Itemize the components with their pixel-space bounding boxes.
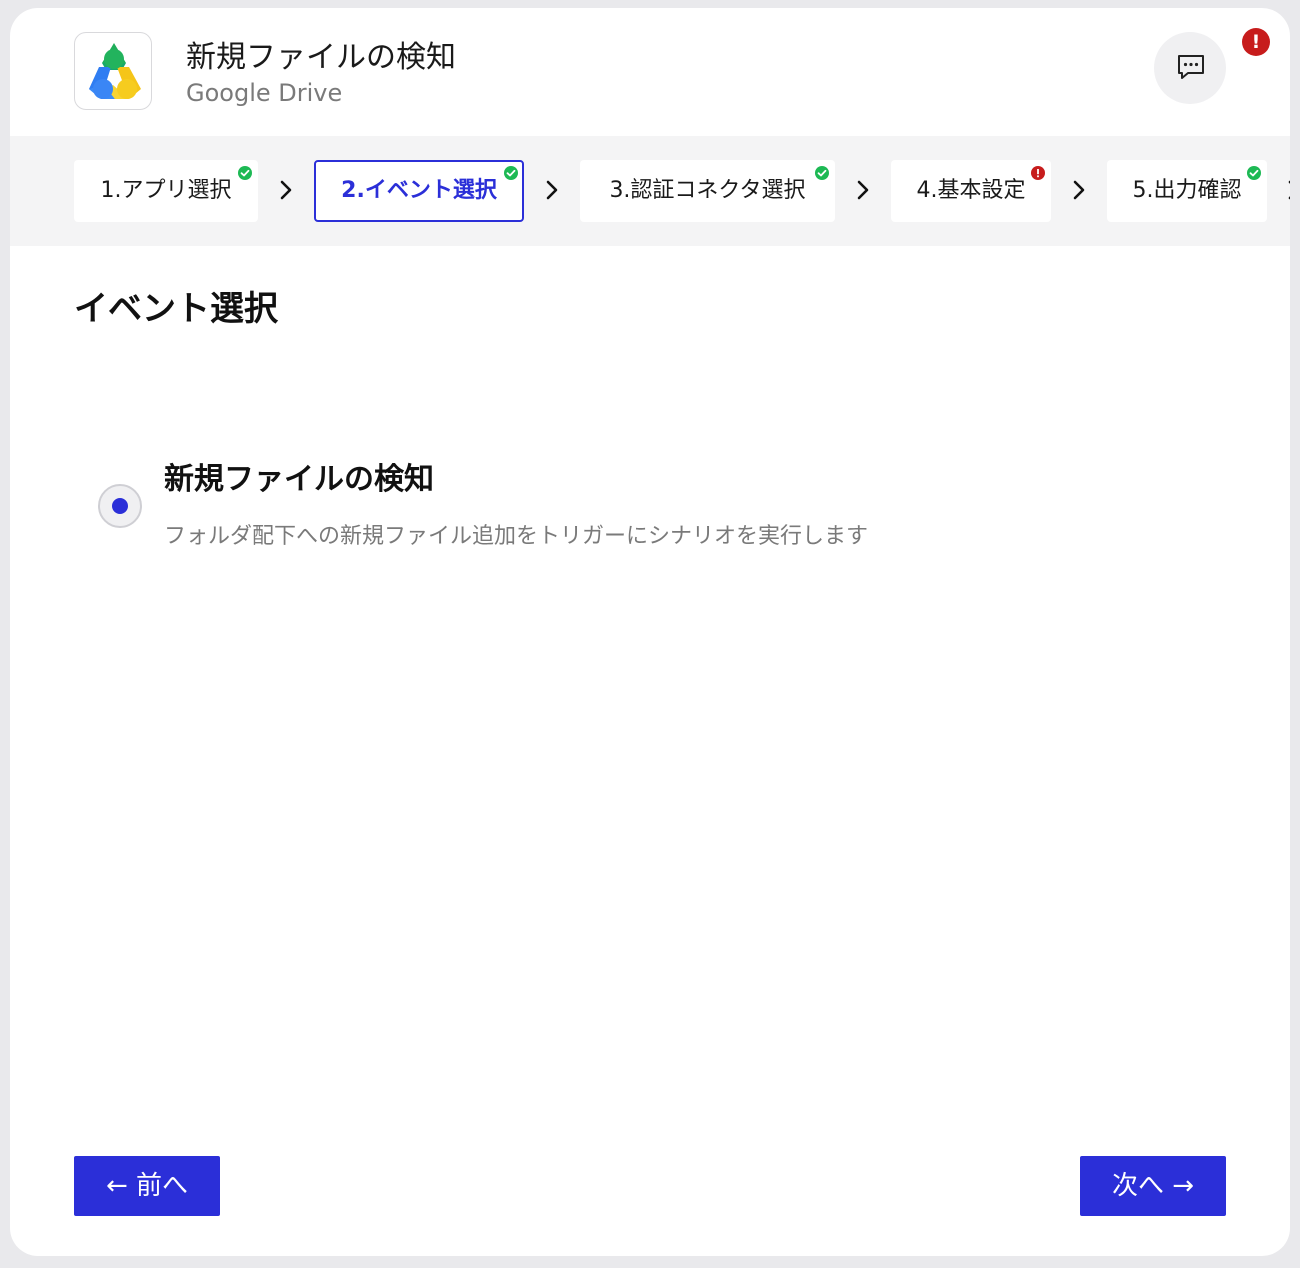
event-select-modal: 新規ファイルの検知 Google Drive ! 1.アプリ選択 2.イベント選… [10,8,1290,1256]
step-label: 5.出力確認 [1132,178,1242,203]
prev-button[interactable]: ← 前へ [74,1156,220,1216]
step-label: 3.認証コネクタ選択 [609,178,806,203]
event-option-new-file[interactable]: 新規ファイルの検知 フォルダ配下への新規ファイル追加をトリガーにシナリオを実行し… [96,460,996,570]
step-navigation: 1.アプリ選択 2.イベント選択 3.認証コネクタ選択 4.基本設定 5.出力確… [10,136,1290,246]
modal-header: 新規ファイルの検知 Google Drive ! [10,8,1290,136]
google-drive-icon [74,32,152,110]
option-description: フォルダ配下への新規ファイル追加をトリガーにシナリオを実行します [164,524,869,549]
chat-bubble-icon [1178,55,1204,79]
check-icon [815,166,829,180]
step-event-select[interactable]: 2.イベント選択 [314,160,524,222]
check-icon [238,166,252,180]
alert-badge: ! [1242,28,1270,56]
next-button[interactable]: 次へ → [1080,1156,1226,1216]
step-app-select[interactable]: 1.アプリ選択 [74,160,258,222]
chevron-right-icon [546,180,558,200]
radio-selected-dot [112,498,128,514]
chevron-right-icon [280,180,292,200]
check-icon [1247,166,1261,180]
page-title: 新規ファイルの検知 [186,40,456,75]
step-label: 2.イベント選択 [341,178,497,203]
section-title: イベント選択 [74,289,278,329]
error-icon [1031,166,1045,180]
option-title: 新規ファイルの検知 [164,462,434,497]
check-icon [504,166,518,180]
chevron-right-icon [1288,180,1290,200]
step-label: 1.アプリ選択 [100,178,232,203]
app-name: Google Drive [186,79,343,107]
step-basic-settings[interactable]: 4.基本設定 [891,160,1051,222]
step-label: 4.基本設定 [916,178,1026,203]
chat-button[interactable] [1154,32,1226,104]
step-output-confirm[interactable]: 5.出力確認 [1107,160,1267,222]
chevron-right-icon [857,180,869,200]
radio-button[interactable] [98,484,142,528]
step-connector-select[interactable]: 3.認証コネクタ選択 [580,160,835,222]
chevron-right-icon [1073,180,1085,200]
